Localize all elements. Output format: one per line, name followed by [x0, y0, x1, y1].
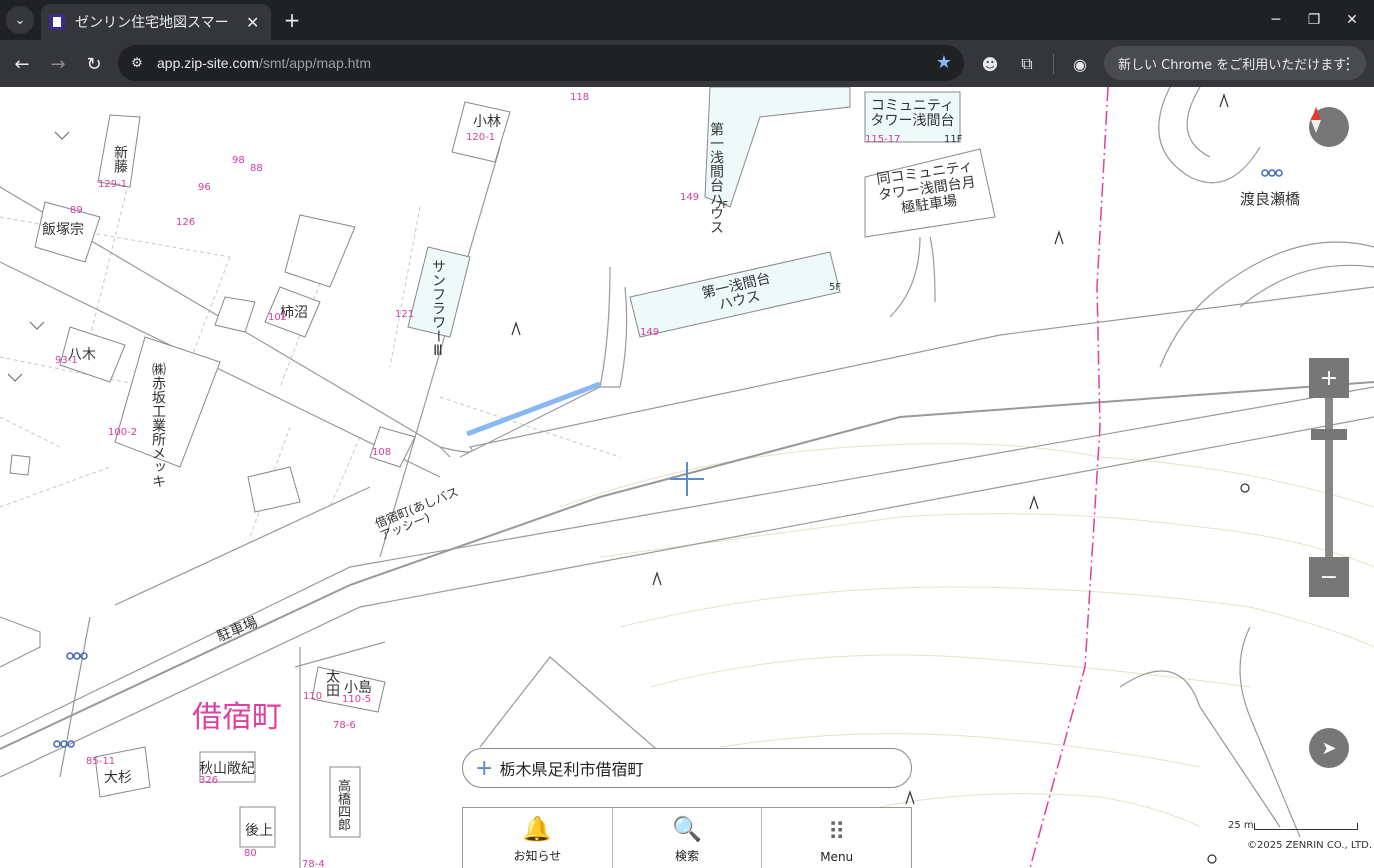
- chrome-update-button[interactable]: 新しい Chrome をご利用いただけます ⋮: [1104, 46, 1366, 80]
- compass-needle-icon: [1311, 107, 1321, 133]
- map-label-floor: 7F: [716, 200, 729, 211]
- zoom-out-button[interactable]: −: [1309, 557, 1349, 597]
- map-label-number: 89: [70, 205, 83, 216]
- map-label-sugi: 大杉: [104, 770, 132, 786]
- map-label-number: 149: [680, 192, 700, 203]
- menu-kebab-icon[interactable]: ⋮: [1340, 54, 1356, 73]
- map-label-number: 126: [176, 217, 196, 228]
- map-label-number: 88: [250, 163, 263, 174]
- map-label-number: 78-6: [333, 720, 356, 731]
- map-label-number: 80: [244, 848, 257, 859]
- tab-close-icon[interactable]: ✕: [246, 13, 259, 32]
- close-window-button[interactable]: ✕: [1340, 8, 1364, 32]
- map-label-number: 108: [372, 447, 392, 458]
- site-favicon-icon: [49, 14, 65, 30]
- map-label-number: 98: [232, 155, 245, 166]
- address-text: 栃木県足利市借宿町: [499, 760, 644, 779]
- extensions-puzzle-icon[interactable]: ⧉: [1015, 52, 1039, 76]
- bookmark-star-icon[interactable]: ★: [936, 52, 952, 73]
- map-label-number: 326: [199, 775, 219, 786]
- copyright-text: ©2025 ZENRIN CO., LTD.: [1247, 840, 1372, 851]
- compass-button[interactable]: [1309, 107, 1349, 147]
- map-label-number: 93-1: [55, 355, 78, 366]
- map-label-takahashi: 高橋四郎: [335, 779, 350, 831]
- menu-item-notice[interactable]: 🔔 お知らせ: [463, 808, 613, 868]
- site-info-icon[interactable]: ⚙: [126, 52, 148, 74]
- reload-button[interactable]: ↻: [80, 50, 108, 78]
- browser-toolbar: ← → ↻ ⚙ app.zip-site.com/smt/app/map.htm…: [0, 40, 1374, 87]
- map-label-kobayashi: 小林: [473, 114, 501, 130]
- search-icon: 🔍: [672, 815, 702, 843]
- map-label-floor: 5F: [829, 282, 842, 293]
- menu-item-search[interactable]: 🔍 検索: [613, 808, 763, 868]
- map-label-akasaka: ㈱赤坂工業所メッキ: [150, 362, 166, 488]
- map-label-daiichi-house-vertical: 第一浅間台ハウス: [708, 122, 724, 234]
- forward-button[interactable]: →: [44, 50, 72, 78]
- map-label-community-tower: コミュニティタワー浅間台: [870, 98, 955, 129]
- map-label-number: 110: [303, 691, 323, 702]
- map-center-crosshair-icon: [670, 462, 704, 496]
- bottom-menu: 🔔 お知らせ 🔍 検索 ⠿ Menu: [462, 807, 912, 868]
- bell-icon: 🔔: [522, 815, 553, 843]
- tab-bar: ⌄ ゼンリン住宅地図スマー ✕ + ─ ❐ ✕: [0, 0, 1374, 40]
- zoom-in-button[interactable]: +: [1309, 358, 1349, 398]
- toolbar-divider: [1053, 54, 1054, 74]
- map-label-number: 102: [268, 312, 288, 323]
- tab-title: ゼンリン住宅地図スマー: [75, 15, 229, 31]
- scale-label: 25 m: [1228, 820, 1254, 831]
- map-label-shinfuji: 新藤: [112, 145, 128, 173]
- scale-bar: [1254, 823, 1358, 830]
- map-label-number: 96: [198, 182, 211, 193]
- grid-icon: ⠿: [827, 818, 846, 846]
- map-label-number: 149: [640, 327, 660, 338]
- current-location-button[interactable]: ➤: [1309, 728, 1349, 768]
- town-name-label: 借宿町: [192, 700, 282, 735]
- map-label-iitsuka: 飯塚宗: [42, 222, 84, 238]
- map-label-watarase-bridge: 渡良瀬橋: [1240, 190, 1301, 208]
- address-search-bar[interactable]: + 栃木県足利市借宿町: [462, 748, 912, 788]
- map-label-gotou: 後上: [245, 823, 273, 839]
- back-button[interactable]: ←: [8, 50, 36, 78]
- address-bar[interactable]: ⚙ app.zip-site.com/smt/app/map.htm ★: [118, 45, 964, 81]
- new-tab-button[interactable]: +: [280, 8, 304, 32]
- zoom-slider-handle[interactable]: [1311, 429, 1347, 440]
- map-label-sunflower: サンフラワーⅢ: [430, 259, 446, 359]
- add-icon[interactable]: +: [475, 756, 493, 781]
- map-label-number: 78-4: [302, 859, 325, 868]
- tab-active[interactable]: ゼンリン住宅地図スマー ✕: [41, 4, 271, 40]
- map-label-number: 120-1: [466, 132, 496, 143]
- profile-icon[interactable]: ◉: [1068, 52, 1092, 76]
- map-label-ota: 太田: [324, 669, 340, 697]
- map-label-number: 115-17: [865, 134, 901, 145]
- map-label-number: 129-1: [98, 179, 128, 190]
- map-canvas[interactable]: 小林 120-1 118 新藤 129-1 飯塚宗 89 98 88 96 12…: [0, 87, 1374, 868]
- map-label-number: 118: [570, 92, 590, 103]
- extension-spy-icon[interactable]: ☻: [978, 52, 1002, 76]
- restore-button[interactable]: ❐: [1302, 8, 1326, 32]
- map-label-number: 110-5: [342, 694, 372, 705]
- tab-search-button[interactable]: ⌄: [6, 6, 34, 34]
- map-label-number: 121: [395, 309, 415, 320]
- url-text[interactable]: app.zip-site.com/smt/app/map.htm: [157, 55, 371, 71]
- map-label-number: 100-2: [108, 427, 138, 438]
- map-label-floor: 11F: [944, 134, 963, 145]
- minimize-button[interactable]: ─: [1264, 8, 1288, 32]
- menu-item-menu[interactable]: ⠿ Menu: [762, 808, 911, 868]
- zoom-slider-track[interactable]: [1325, 398, 1333, 557]
- map-label-number: 85-11: [86, 756, 116, 767]
